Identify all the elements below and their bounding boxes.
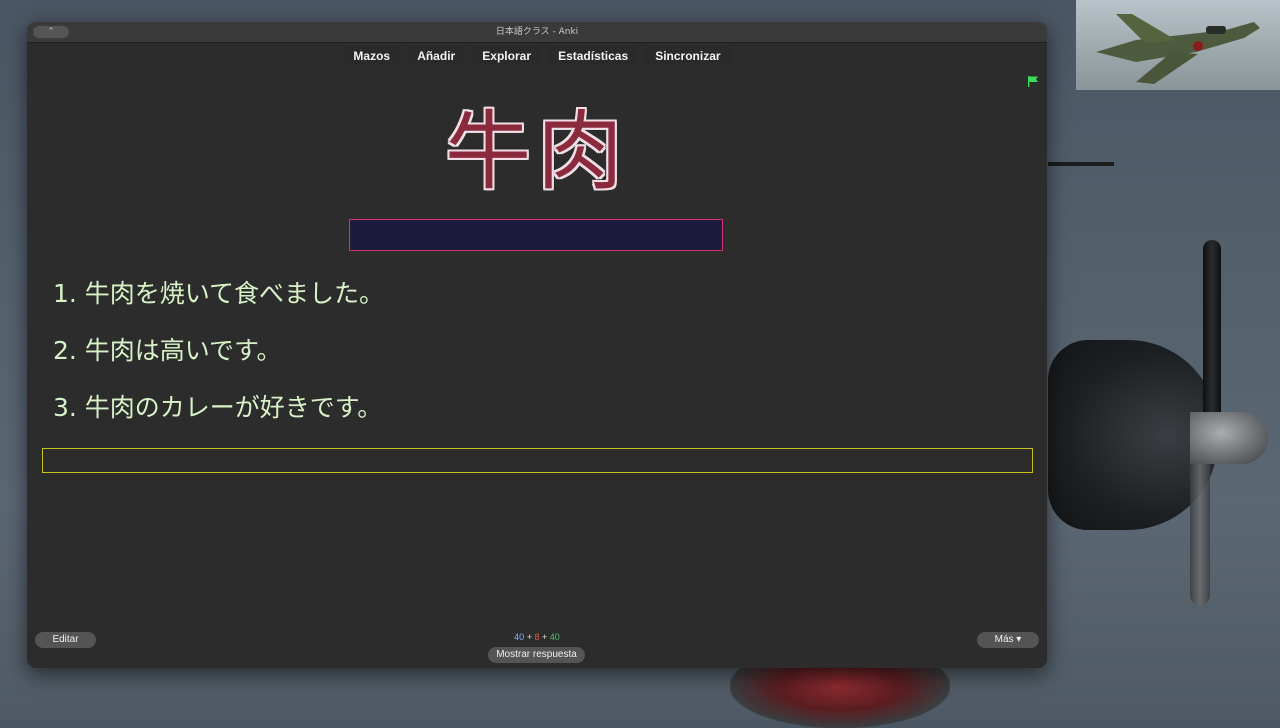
background-wing-line [1048,162,1114,166]
background-propeller-spinner [1190,412,1268,464]
background-plane-underside [730,668,950,728]
toolbar-decks[interactable]: Mazos [343,46,401,66]
review-count: 40 [549,632,560,642]
example-sentences: 1. 牛肉を焼いて食べました。 2. 牛肉は高いです。 3. 牛肉のカレーが好き… [53,274,384,445]
due-counts: 40 + 8 + 40 [27,632,1047,642]
bottom-bar: Editar 40 + 8 + 40 Mostrar respuesta Más… [27,628,1047,668]
title-bar[interactable]: ⌃ 日本語クラス - Anki [27,22,1047,43]
more-button[interactable]: Más ▾ [977,632,1039,648]
type-answer-input[interactable] [42,448,1033,473]
background-propeller-blade [1190,455,1210,605]
learning-count: 8 [534,632,540,642]
flag-icon[interactable] [1027,75,1039,87]
card-word: 牛肉 [445,102,629,202]
desktop-photo-thumbnail [1076,0,1280,90]
top-toolbar: Mazos Añadir Explorar Estadísticas Sincr… [27,43,1047,69]
example-sentence: 2. 牛肉は高いです。 [53,336,282,365]
airplane-photo-icon [1096,14,1260,84]
toolbar-browse[interactable]: Explorar [472,46,541,66]
count-separator: + [526,632,532,642]
example-sentence: 3. 牛肉のカレーが好きです。 [53,393,383,422]
example-sentence: 1. 牛肉を焼いて食べました。 [53,279,385,308]
toolbar-stats[interactable]: Estadísticas [548,46,639,66]
toolbar-sync[interactable]: Sincronizar [645,46,731,66]
toolbar-add[interactable]: Añadir [407,46,466,66]
background-propeller-blade [1203,240,1221,420]
answer-box [349,219,723,251]
anki-window: ⌃ 日本語クラス - Anki Mazos Añadir Explorar Es… [27,22,1047,668]
show-answer-button[interactable]: Mostrar respuesta [488,647,585,663]
window-title: 日本語クラス - Anki [495,27,579,37]
count-separator: + [542,632,548,642]
new-count: 40 [514,632,525,642]
